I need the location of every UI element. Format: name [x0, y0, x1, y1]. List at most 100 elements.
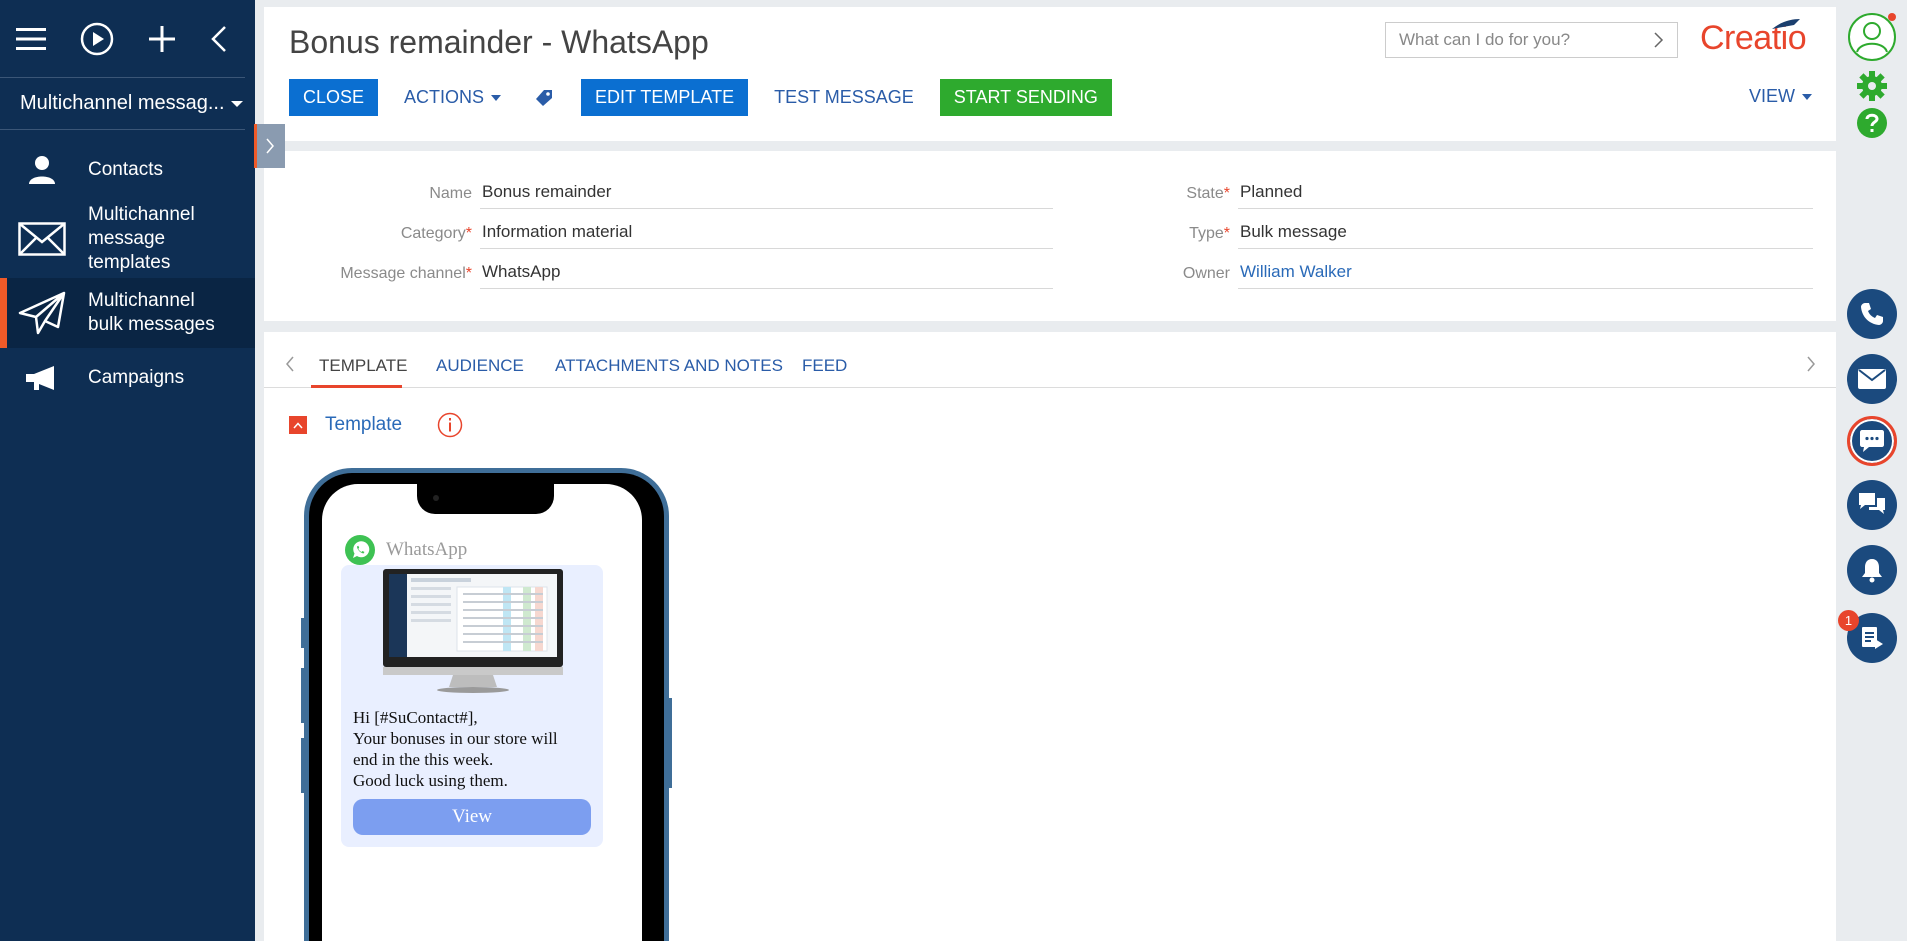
info-icon[interactable] — [437, 412, 463, 438]
active-tab-indicator — [311, 385, 402, 388]
owner-field[interactable]: Owner William Walker — [964, 259, 1813, 289]
sidebar-toolbar — [0, 0, 245, 78]
bell-icon — [1862, 559, 1882, 583]
chevron-left-icon[interactable] — [285, 356, 295, 372]
owner-link[interactable]: William Walker — [1238, 262, 1813, 289]
whatsapp-name: WhatsApp — [386, 539, 468, 560]
sidebar-item-label: Multichannel bulk messages — [88, 290, 215, 335]
person-icon — [18, 155, 66, 185]
field-label: Type — [1189, 225, 1224, 242]
phone-button[interactable] — [1847, 289, 1897, 339]
search-placeholder: What can I do for you? — [1399, 30, 1571, 49]
category-field[interactable]: Category* Information material — [284, 219, 1053, 249]
help-icon[interactable] — [1856, 107, 1888, 139]
tab-template[interactable]: TEMPLATE — [319, 356, 407, 376]
close-button[interactable]: CLOSE — [289, 79, 379, 116]
chevron-down-icon — [231, 101, 243, 107]
required-mark: * — [1223, 225, 1230, 242]
hamburger-menu-icon[interactable] — [16, 27, 46, 51]
record-fields: Name Bonus remainder Category* Informati… — [264, 151, 1836, 321]
user-profile-icon[interactable] — [1847, 12, 1897, 62]
sidebar-nav: Contacts Multichannel message templates … — [0, 140, 255, 408]
message-line: end in the this week. — [353, 750, 494, 769]
conversations-icon — [1859, 493, 1885, 514]
field-label: Owner — [1182, 265, 1230, 282]
chevron-right-icon — [1654, 32, 1664, 48]
chevron-right-icon[interactable] — [1806, 356, 1816, 372]
state-field[interactable]: State* Planned — [964, 179, 1813, 209]
chevron-up-icon — [293, 421, 303, 428]
email-button[interactable] — [1847, 354, 1897, 404]
message-bubble: Hi [#SuContact#], Your bonuses in our st… — [341, 565, 603, 847]
sidebar-item-campaigns[interactable]: Campaigns — [0, 348, 255, 408]
message-line: Your bonuses in our store will — [353, 729, 558, 748]
communication-panel: 1 — [1836, 0, 1907, 941]
chevron-down-icon — [1802, 93, 1812, 100]
name-field[interactable]: Name Bonus remainder — [284, 179, 1053, 209]
actions-button[interactable]: ACTIONS — [390, 79, 515, 116]
actions-label: ACTIONS — [404, 87, 485, 107]
chat-button[interactable] — [1847, 416, 1897, 466]
tab-bar: TEMPLATE AUDIENCE ATTACHMENTS AND NOTES … — [264, 332, 1836, 388]
monitor-image — [383, 569, 563, 693]
view-label: VIEW — [1748, 86, 1795, 106]
page-header: Bonus remainder - WhatsApp What can I do… — [264, 7, 1836, 141]
message-line: Good luck using them. — [353, 771, 508, 790]
sidebar-item-label: Contacts — [88, 159, 163, 180]
sidebar-item-contacts[interactable]: Contacts — [0, 140, 255, 200]
required-mark: * — [1223, 185, 1230, 202]
megaphone-icon — [18, 364, 66, 392]
test-message-button[interactable]: TEST MESSAGE — [760, 79, 928, 116]
action-bar: CLOSE ACTIONS EDIT TEMPLATE TEST MESSAGE… — [289, 79, 1124, 116]
back-icon[interactable] — [210, 25, 228, 53]
message-channel-field[interactable]: Message channel* WhatsApp — [284, 259, 1053, 289]
chevron-right-icon — [266, 138, 274, 154]
phone-icon — [1861, 303, 1883, 325]
message-text: Hi [#SuContact#], Your bonuses in our st… — [353, 707, 558, 791]
sidebar-item-label: Campaigns — [88, 367, 185, 388]
collapse-panel-toggle[interactable] — [254, 124, 285, 168]
notifications-button[interactable] — [1847, 545, 1897, 595]
field-label: Name — [429, 185, 472, 202]
tab-feed[interactable]: FEED — [802, 356, 847, 376]
state-value[interactable]: Planned — [1238, 182, 1813, 209]
message-line: Hi [#SuContact#], — [353, 708, 478, 727]
edit-template-button[interactable]: EDIT TEMPLATE — [581, 79, 749, 116]
field-label: State — [1186, 185, 1224, 202]
paper-plane-icon — [18, 291, 66, 335]
search-input[interactable]: What can I do for you? — [1385, 22, 1678, 58]
tab-attachments-notes[interactable]: ATTACHMENTS AND NOTES — [555, 356, 783, 376]
start-sending-button[interactable]: START SENDING — [939, 79, 1112, 116]
tag-icon — [536, 89, 553, 106]
view-button[interactable]: VIEW — [1749, 86, 1812, 107]
add-icon[interactable] — [148, 25, 176, 53]
template-group-header: Template — [289, 412, 463, 438]
type-field[interactable]: Type* Bulk message — [964, 219, 1813, 249]
sidebar: Multichannel messag... Contacts Multicha… — [0, 0, 255, 941]
chat-icon — [1860, 430, 1884, 452]
field-label: Category — [400, 225, 466, 242]
task-list-icon — [1862, 627, 1883, 649]
workplace-select[interactable]: Multichannel messag... — [0, 78, 245, 130]
field-label: Message channel — [340, 265, 466, 282]
logo-swoosh-icon — [1772, 19, 1800, 29]
notification-count-badge: 1 — [1838, 610, 1859, 631]
message-preview-phone: WhatsApp Hi [#SuContact#], Your bonuses … — [301, 468, 672, 941]
whatsapp-icon — [345, 535, 375, 565]
process-play-icon[interactable] — [80, 22, 114, 56]
gear-icon[interactable] — [1856, 70, 1888, 102]
sidebar-item-bulk-messages[interactable]: Multichannel bulk messages — [0, 278, 255, 348]
collapse-group-button[interactable] — [289, 416, 307, 434]
phone-notch — [417, 484, 554, 514]
whatsapp-header: WhatsApp — [344, 534, 467, 566]
camera-icon — [433, 495, 439, 501]
sidebar-item-message-templates[interactable]: Multichannel message templates — [0, 200, 255, 278]
tag-button[interactable] — [527, 79, 569, 116]
feed-button[interactable] — [1847, 480, 1897, 530]
phone-screen: WhatsApp Hi [#SuContact#], Your bonuses … — [322, 484, 642, 941]
type-value[interactable]: Bulk message — [1238, 222, 1813, 249]
tab-audience[interactable]: AUDIENCE — [436, 356, 524, 376]
preview-view-button[interactable]: View — [353, 799, 591, 835]
required-mark: * — [465, 265, 472, 282]
workplace-label: Multichannel messag... — [20, 92, 225, 114]
